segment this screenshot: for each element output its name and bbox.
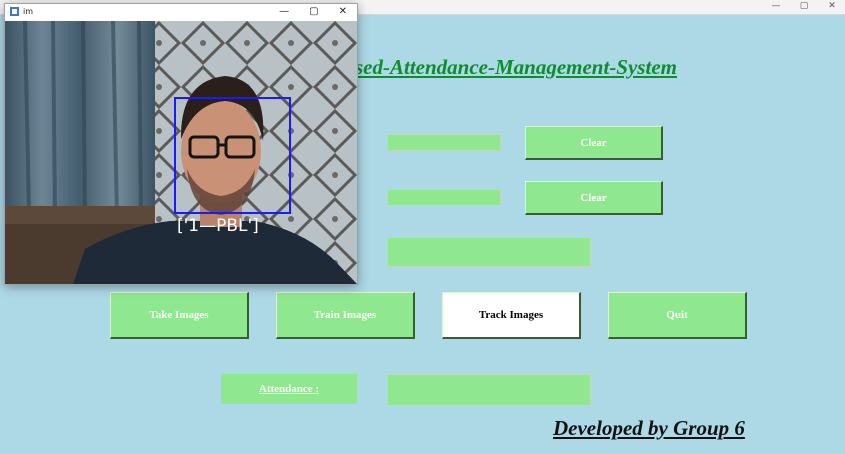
- webcam-image: [5, 21, 357, 284]
- attendance-field: [387, 374, 591, 406]
- close-icon[interactable]: ✕: [827, 1, 837, 11]
- train-images-button[interactable]: Train Images: [276, 292, 415, 339]
- clear-id-button[interactable]: Clear: [525, 126, 663, 160]
- take-images-button[interactable]: Take Images: [110, 292, 249, 339]
- id-input[interactable]: [387, 134, 501, 151]
- track-images-button[interactable]: Track Images: [442, 292, 581, 339]
- footer-credit: Developed by Group 6: [553, 416, 745, 440]
- name-input[interactable]: [387, 189, 501, 206]
- maximize-icon[interactable]: ▢: [799, 1, 809, 11]
- maximize-icon[interactable]: ▢: [309, 6, 318, 17]
- camera-window[interactable]: im — ▢ ✕ ['1—PBL']: [4, 3, 358, 285]
- minimize-icon[interactable]: —: [279, 6, 289, 17]
- camera-window-title: im: [23, 7, 34, 16]
- app-icon: [10, 7, 19, 16]
- main-window-controls: — ▢ ✕: [771, 1, 837, 11]
- attendance-label: Attendance :: [221, 374, 357, 404]
- notification-field: [387, 237, 591, 267]
- clear-name-button[interactable]: Clear: [525, 181, 663, 215]
- app-title: sed-Attendance-Management-System: [355, 55, 677, 79]
- close-icon[interactable]: ✕: [339, 6, 347, 17]
- prediction-label: ['1—PBL']: [177, 216, 259, 236]
- minimize-icon[interactable]: —: [771, 1, 781, 11]
- camera-titlebar[interactable]: im — ▢ ✕: [5, 4, 357, 21]
- camera-feed: ['1—PBL']: [5, 21, 357, 284]
- quit-button[interactable]: Quit: [608, 292, 747, 339]
